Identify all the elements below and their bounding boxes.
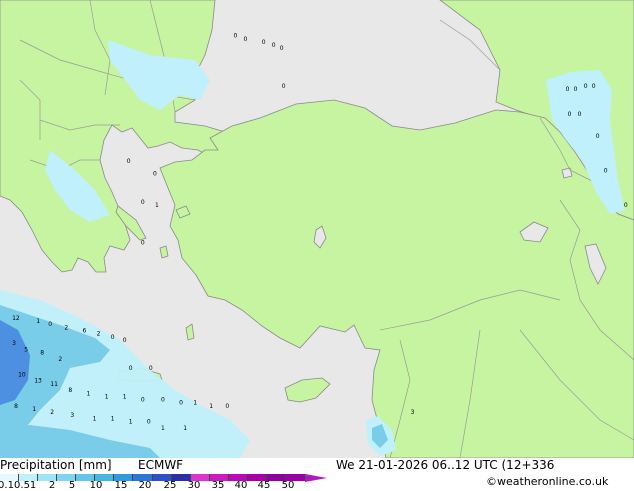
precip-value-label: 0 [147,419,151,426]
precip-value-label: 0 [129,365,133,372]
precip-value-label: 0 [141,240,145,247]
precip-value-label: 1 [36,318,40,325]
credit-link[interactable]: ©weatheronline.co.uk [486,475,608,489]
precip-value-label: 0 [568,111,572,118]
precip-value-label: 0 [127,158,131,165]
precip-value-label: 0 [592,83,596,90]
precip-value-label: 13 [34,378,42,385]
precip-value-label: 12 [12,315,20,322]
precip-value-label: 2 [97,331,101,338]
precip-value-label: 3 [12,340,16,347]
legend-overflow-arrow [305,474,327,482]
precip-value-label: 0 [225,403,229,410]
precip-value-label: 0 [280,45,284,52]
precip-value-label: 0 [604,168,608,175]
precip-value-label: 11 [50,381,58,388]
precip-value-label: 1 [87,390,91,397]
precip-value-label: 3 [70,412,74,419]
precip-value-label: 1 [193,400,197,407]
precip-value-label: 0 [272,42,276,49]
precipitation-map[interactable]: 0 0 0 0 00 0 0 0 00 0000000 1012 1 0 2 6 2 0 035 820 01013 1… [0,0,634,458]
precip-value-label: 8 [68,387,72,394]
precip-value-label: 2 [50,409,54,416]
precip-value-label: 0 [141,397,145,404]
precip-value-label: 0 [141,199,145,206]
lake-sevan [561,167,573,179]
precip-value-label: 1 [183,425,187,432]
precip-value-label: 0 [244,36,248,43]
precip-value-label: 0 [153,171,157,178]
precip-value-label: 10 [18,371,26,378]
precip-value-label: 1 [123,393,127,400]
precip-value-label: 0 [179,400,183,407]
precip-value-label: 2 [58,356,62,363]
precip-value-label: 0 [111,334,115,341]
precip-value-label: 1 [155,202,159,209]
precip-value-label: 0 [566,86,570,93]
precip-value-label: 8 [40,350,44,357]
precip-value-label: 6 [83,328,87,335]
legend-title: Precipitation [mm] [0,458,112,472]
precip-value-label: 1 [93,415,97,422]
precip-value-label: 0 [574,86,578,93]
precip-value-label: 5 [24,346,28,353]
precip-value-label: 1 [111,415,115,422]
precip-value-label: 1 [209,403,213,410]
precip-value-label: 0 [234,33,238,40]
precip-value-label: 1 [105,393,109,400]
precip-value-label: 2 [64,324,68,331]
precip-value-label: 1 [161,425,165,432]
model-name: ECMWF [138,458,184,472]
precip-value-label: 8 [14,403,18,410]
precip-value-label: 0 [596,133,600,140]
precip-value-label: 0 [578,111,582,118]
precip-value-label: 0 [123,337,127,344]
precip-value-label: 1 [129,419,133,426]
precip-value-label: 0 [262,39,266,46]
precip-value-label: 0 [624,202,628,209]
precip-value-label: 0 [149,365,153,372]
precip-value-label: 1 [32,406,36,413]
precip-value-label: 0 [48,321,52,328]
forecast-datetime: We 21-01-2026 06..12 UTC (12+336 [336,458,555,472]
precip-value-label: 3 [411,409,415,416]
precip-value-label: 0 [282,83,286,90]
precip-value-label: 0 [584,83,588,90]
precip-value-label: 0 [161,397,165,404]
